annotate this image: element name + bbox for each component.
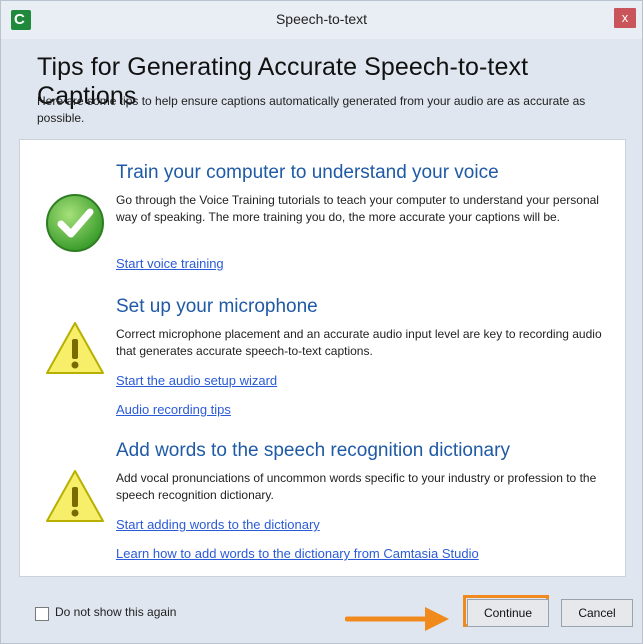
tip-text: Go through the Voice Training tutorials … <box>116 193 599 224</box>
do-not-show-checkbox[interactable] <box>35 607 49 621</box>
check-icon <box>44 192 106 259</box>
learn-add-words-link[interactable]: Learn how to add words to the dictionary… <box>116 546 479 561</box>
tip-title: Set up your microphone <box>116 296 318 317</box>
window-title: Speech-to-text <box>275 11 368 27</box>
close-button[interactable]: x <box>614 8 636 28</box>
tip-text: Correct microphone placement and an accu… <box>116 327 602 358</box>
audio-recording-tips-link[interactable]: Audio recording tips <box>116 402 231 417</box>
tip-text: Add vocal pronunciations of uncommon wor… <box>116 471 597 502</box>
start-voice-training-link[interactable]: Start voice training <box>116 256 224 271</box>
start-adding-words-link[interactable]: Start adding words to the dictionary <box>116 517 320 532</box>
continue-button[interactable]: Continue <box>467 599 549 627</box>
warning-icon <box>44 466 106 533</box>
header-description: Here are some tips to help ensure captio… <box>37 94 586 125</box>
do-not-show-label: Do not show this again <box>55 605 177 619</box>
tips-panel: Train your computer to understand your v… <box>19 139 626 577</box>
dialog-header: Tips for Generating Accurate Speech-to-t… <box>19 41 622 131</box>
cancel-button[interactable]: Cancel <box>561 599 633 627</box>
start-audio-setup-wizard-link[interactable]: Start the audio setup wizard <box>116 373 277 388</box>
tip-title: Train your computer to understand your v… <box>116 162 499 183</box>
dialog-footer: Do not show this again Continue Cancel <box>19 587 633 639</box>
tip-title: Add words to the speech recognition dict… <box>116 440 510 461</box>
warning-icon <box>44 318 106 385</box>
dialog-window: C Speech-to-text x Tips for Generating A… <box>0 0 643 644</box>
title-bar: C Speech-to-text x <box>1 1 642 39</box>
arrow-right-icon <box>344 604 455 639</box>
